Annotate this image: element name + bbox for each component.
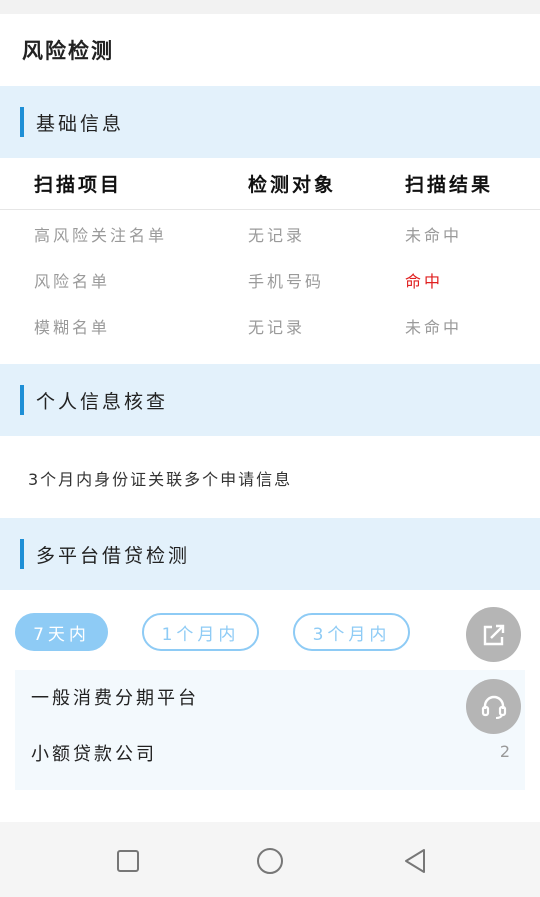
customer-service-button[interactable] [466,679,521,734]
scan-table-header: 扫描项目 检测对象 扫描结果 [0,158,540,210]
scan-target: 无记录 [248,226,306,245]
back-icon[interactable] [400,846,430,876]
main-content: 基础信息 扫描项目 检测对象 扫描结果 高风险关注名单 无记录 未命中 风险名单… [0,86,540,822]
column-header-result: 扫描结果 [405,174,494,196]
section-title-basic-info: 基础信息 [36,112,125,135]
table-row: 高风险关注名单 无记录 未命中 [0,210,540,256]
headset-icon [481,695,506,719]
scan-item: 风险名单 [34,272,111,291]
recent-apps-icon[interactable] [113,846,143,876]
status-bar [0,0,540,14]
scan-result: 未命中 [405,226,463,245]
column-header-scan-item: 扫描项目 [34,174,123,196]
home-icon[interactable] [255,846,285,876]
section-accent-bar [20,107,24,137]
system-navigation-bar [0,822,540,897]
period-tab-3-months[interactable]: 3个月内 [293,613,410,651]
scan-target: 手机号码 [248,272,325,291]
platform-count: 2 [499,742,510,761]
platform-name: 小额贷款公司 [31,744,157,765]
section-accent-bar [20,539,24,569]
scan-result: 未命中 [405,318,463,337]
list-item: 一般消费分期平台 [15,670,525,724]
personal-info-text: 3个月内身份证关联多个申请信息 [28,470,293,489]
scan-item: 高风险关注名单 [34,226,168,245]
page-header: 风险检测 [0,14,540,86]
period-tab-7-days[interactable]: 7天内 [15,613,108,651]
column-header-target: 检测对象 [248,174,337,196]
share-button[interactable] [466,607,521,662]
scan-result-hit: 命中 [405,272,444,291]
section-title-personal-info: 个人信息核查 [36,390,169,413]
table-row: 风险名单 手机号码 命中 [0,256,540,302]
scan-target: 无记录 [248,318,306,337]
section-header-basic-info: 基础信息 [0,86,540,158]
share-icon [483,624,504,645]
section-accent-bar [20,385,24,415]
platform-name: 一般消费分期平台 [31,688,199,709]
section-title-multi-platform: 多平台借贷检测 [36,544,191,567]
section-header-multi-platform: 多平台借贷检测 [0,518,540,590]
list-item: 小额贷款公司 2 [15,726,525,780]
section-header-personal-info: 个人信息核查 [0,364,540,436]
page-title: 风险检测 [22,39,114,63]
scan-item: 模糊名单 [34,318,111,337]
period-tab-1-month[interactable]: 1个月内 [142,613,259,651]
platform-list: 一般消费分期平台 小额贷款公司 2 [15,670,525,790]
table-row: 模糊名单 无记录 未命中 [0,302,540,348]
